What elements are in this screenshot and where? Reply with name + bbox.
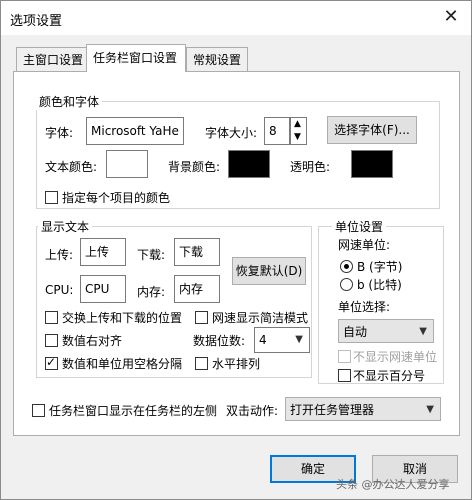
window-title: 选项设置: [10, 14, 63, 29]
restore-default-button[interactable]: 恢复默认(D): [232, 257, 306, 285]
double-click-label: 双击动作:: [226, 404, 279, 418]
swap-upload-download-label: 交换上传和下载的位置: [62, 311, 183, 325]
net-simple-mode-label: 网速显示简洁模式: [212, 311, 309, 325]
byte-option-label: B (字节): [357, 260, 403, 274]
choose-font-button[interactable]: 选择字体(F)...: [327, 116, 417, 144]
chevron-down-icon: ▼: [295, 334, 303, 345]
double-click-value: 打开任务管理器: [290, 403, 375, 417]
tab-main-window[interactable]: 主窗口设置: [16, 47, 91, 71]
show-left-label: 任务栏窗口显示在任务栏的左侧: [49, 404, 218, 418]
hide-net-unit-checkbox[interactable]: [338, 350, 351, 363]
digits-label: 数据位数:: [193, 334, 246, 348]
specify-each-color-label: 指定每个项目的颜色: [62, 191, 171, 205]
hide-percent-label: 不显示百分号: [353, 369, 426, 383]
watermark-text: 头条 @办公达人爱分享: [336, 478, 450, 491]
unit-select[interactable]: 自动 ▼: [338, 319, 434, 343]
memory-text-field[interactable]: 内存: [174, 275, 220, 303]
upload-text-field[interactable]: 上传: [80, 238, 126, 266]
spin-up-icon[interactable]: ▲: [294, 119, 301, 129]
text-color-label: 文本颜色:: [45, 160, 98, 174]
cpu-text-field[interactable]: CPU: [80, 275, 126, 303]
swap-upload-download-checkbox[interactable]: [45, 311, 58, 324]
value-unit-space-label: 数值和单位用空格分隔: [62, 357, 183, 371]
unit-select-value: 自动: [343, 325, 368, 339]
spin-down-icon[interactable]: ▼: [294, 132, 301, 142]
color-font-legend: 颜色和字体: [36, 93, 103, 110]
value-right-align-label: 数值右对齐: [62, 334, 123, 348]
hide-net-unit-label: 不显示网速单位: [353, 350, 438, 364]
horizontal-arrange-label: 水平排列: [212, 357, 261, 371]
byte-radio[interactable]: [340, 260, 353, 273]
double-click-select[interactable]: 打开任务管理器 ▼: [285, 397, 441, 421]
bit-option-label: b (比特): [357, 278, 402, 292]
text-color-swatch[interactable]: [106, 150, 148, 178]
title-bar: [1, 1, 471, 35]
unit-settings-legend: 单位设置: [332, 218, 387, 235]
bit-radio[interactable]: [340, 278, 353, 291]
digits-value: 4: [259, 333, 267, 347]
transparent-color-label: 透明色:: [290, 160, 331, 174]
show-left-checkbox[interactable]: [32, 404, 45, 417]
tab-general[interactable]: 常规设置: [186, 47, 249, 71]
download-text-field[interactable]: 下载: [174, 238, 220, 266]
transparent-color-swatch[interactable]: [351, 150, 393, 178]
specify-each-color-checkbox[interactable]: [45, 191, 58, 204]
digits-select[interactable]: 4 ▼: [254, 327, 310, 353]
cpu-label: CPU:: [45, 283, 74, 297]
net-unit-label: 网速单位:: [338, 238, 391, 252]
font-size-label: 字体大小:: [205, 126, 258, 140]
hide-percent-checkbox[interactable]: [338, 369, 351, 382]
memory-label: 内存:: [137, 285, 166, 299]
net-simple-mode-checkbox[interactable]: [195, 311, 208, 324]
display-text-legend: 显示文本: [38, 218, 93, 235]
font-label: 字体:: [45, 126, 74, 140]
chevron-down-icon: ▼: [426, 404, 434, 415]
close-icon[interactable]: ✕: [437, 4, 465, 30]
horizontal-arrange-checkbox[interactable]: [195, 357, 208, 370]
download-label: 下载:: [137, 248, 166, 262]
font-size-field[interactable]: 8: [264, 117, 290, 145]
bg-color-swatch[interactable]: [228, 150, 270, 178]
value-unit-space-checkbox[interactable]: [45, 355, 58, 370]
tab-taskbar-window[interactable]: 任务栏窗口设置: [86, 44, 186, 72]
value-right-align-checkbox[interactable]: [45, 334, 58, 347]
font-size-spinner[interactable]: ▲ ▼: [290, 117, 307, 145]
upload-label: 上传:: [45, 248, 74, 262]
font-name-field[interactable]: Microsoft YaHe: [86, 117, 184, 145]
chevron-down-icon: ▼: [419, 326, 427, 337]
unit-select-label: 单位选择:: [338, 300, 391, 314]
bg-color-label: 背景颜色:: [168, 160, 221, 174]
